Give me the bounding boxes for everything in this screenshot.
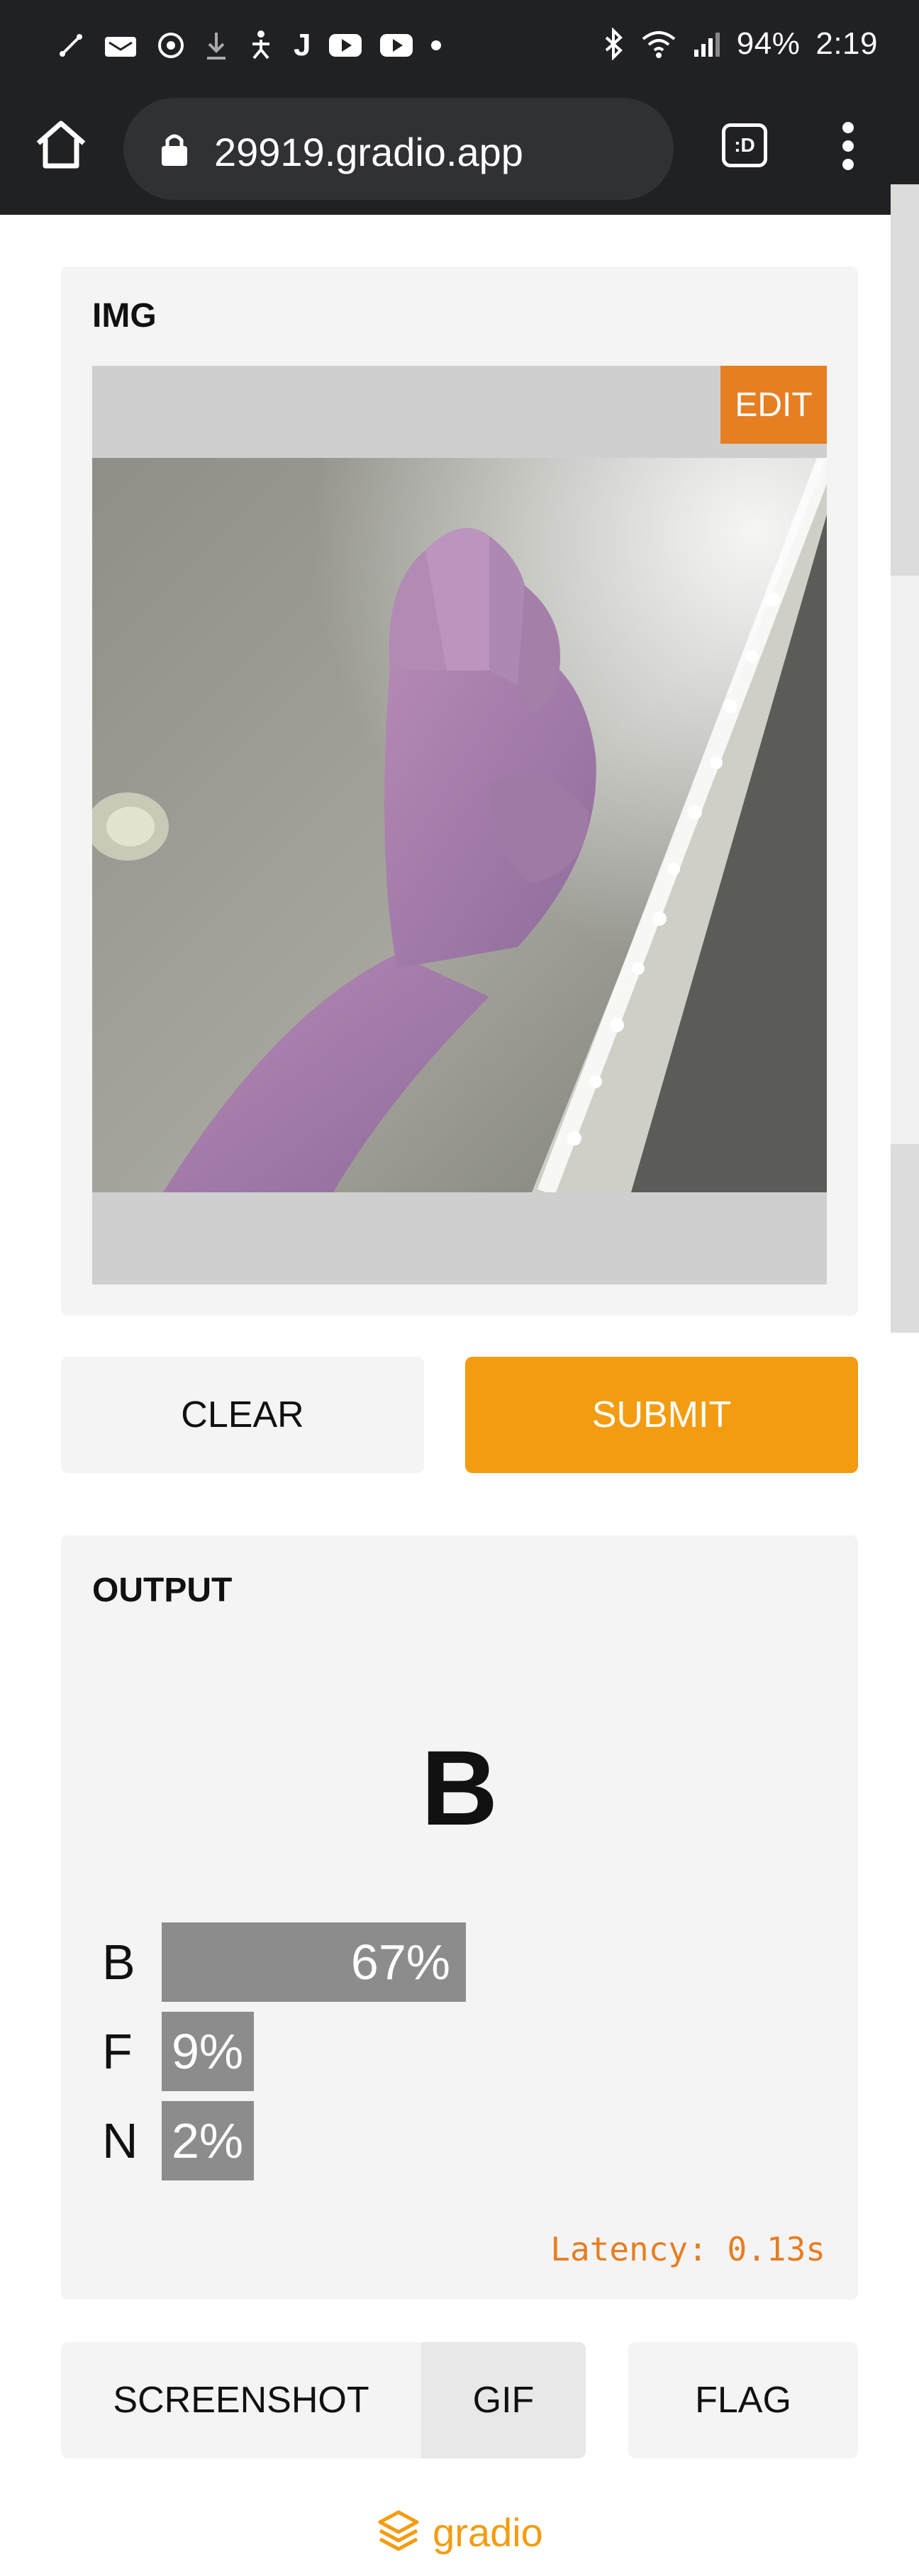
output-label: OUTPUT [92,1572,233,1609]
wifi-icon [640,29,677,59]
clock-time: 2:19 [815,26,878,61]
clear-button[interactable]: CLEAR [61,1357,424,1473]
download-icon [204,30,228,61]
system-icons: 94% 2:19 [603,21,878,67]
hand-sign-photo [92,458,827,1192]
sync-icon [156,30,186,60]
edit-button[interactable]: EDIT [720,366,827,444]
confidence-bar-track: 2% [162,2101,729,2180]
link-icon [57,31,85,60]
bluetooth-icon [603,28,625,60]
signal-icon [693,30,721,58]
image-input-panel: IMG EDIT [61,267,858,1316]
page-scrollbar-thumb[interactable] [891,1144,919,1333]
confidence-class-name: B [102,1934,135,1990]
confidence-row: N 2% [102,2101,729,2180]
url-text: 29919.gradio.app [214,130,523,174]
confidence-row: B 67% [102,1922,729,2002]
confidence-class-name: F [102,2024,133,2079]
home-icon[interactable] [31,115,91,174]
image-upload-area[interactable]: EDIT [92,366,827,1284]
address-bar[interactable]: 29919.gradio.app [123,98,674,200]
confidence-value: 9% [172,2024,244,2079]
flag-button[interactable]: FLAG [628,2342,858,2458]
browser-chrome: J 94% 2:19 29919.gradio.app:D [0,0,919,215]
confidence-value: 67% [350,1934,450,1990]
latency-text: Latency: 0.13s [550,2230,825,2268]
page-scrollbar-thumb[interactable] [891,184,919,576]
youtube-icon [329,34,362,57]
gradio-logo-icon [376,2508,421,2557]
predicted-label: B [420,1728,499,1847]
overflow-menu-icon[interactable] [835,118,861,174]
browser-toolbar: 29919.gradio.app :D [0,89,919,215]
gif-button[interactable]: GIF [421,2342,586,2458]
notification-icons: J [57,26,442,65]
youtube-icon [380,34,413,57]
dot-icon [431,40,442,50]
j-app-icon: J [294,28,311,62]
message-icon [104,31,138,60]
footer[interactable]: gradio [0,2504,919,2560]
status-bar: J 94% 2:19 [0,0,919,89]
battery-percent: 94% [736,26,801,61]
lock-icon [159,130,190,167]
tab-switcher-button[interactable]: :D [722,123,767,167]
confidence-class-name: N [102,2113,138,2168]
footer-brand-text: gradio [433,2509,543,2555]
screenshot-button[interactable]: SCREENSHOT [61,2342,421,2458]
confidence-bar-track: 67% [162,1922,729,2002]
submit-button[interactable]: SUBMIT [465,1357,858,1473]
confidence-row: F 9% [102,2012,729,2091]
confidence-bar-track: 9% [162,2012,729,2091]
confidence-value: 2% [172,2113,244,2168]
capture-button-group: SCREENSHOT GIF [61,2342,586,2458]
input-label: IMG [92,297,157,335]
accessibility-icon [247,30,275,61]
output-panel: OUTPUT B B 67% F 9% N 2% Latency: 0.13s [61,1535,858,2300]
